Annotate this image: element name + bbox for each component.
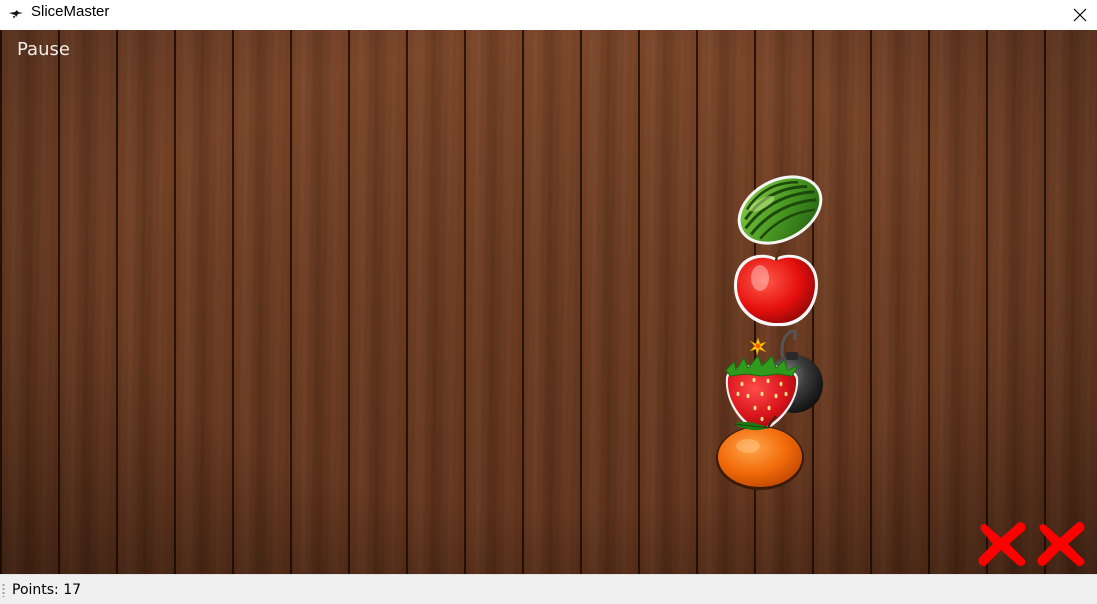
status-bar: Points: 17 [0, 574, 1097, 604]
pause-button[interactable]: Pause [17, 39, 70, 61]
orange-icon[interactable] [712, 402, 808, 492]
close-button[interactable] [1063, 0, 1097, 30]
red-x-icon [978, 522, 1026, 566]
red-x-icon [1037, 522, 1085, 566]
watermelon-icon[interactable] [733, 170, 827, 250]
title-bar: SliceMaster [0, 0, 1097, 30]
game-canvas[interactable]: Pause [0, 30, 1097, 574]
status-grip [2, 583, 5, 597]
app-icon [9, 10, 23, 19]
points-label: Points: 17 [12, 582, 82, 598]
background-vignette [0, 30, 1097, 574]
window-title: SliceMaster [31, 3, 110, 20]
close-icon [1073, 8, 1087, 22]
